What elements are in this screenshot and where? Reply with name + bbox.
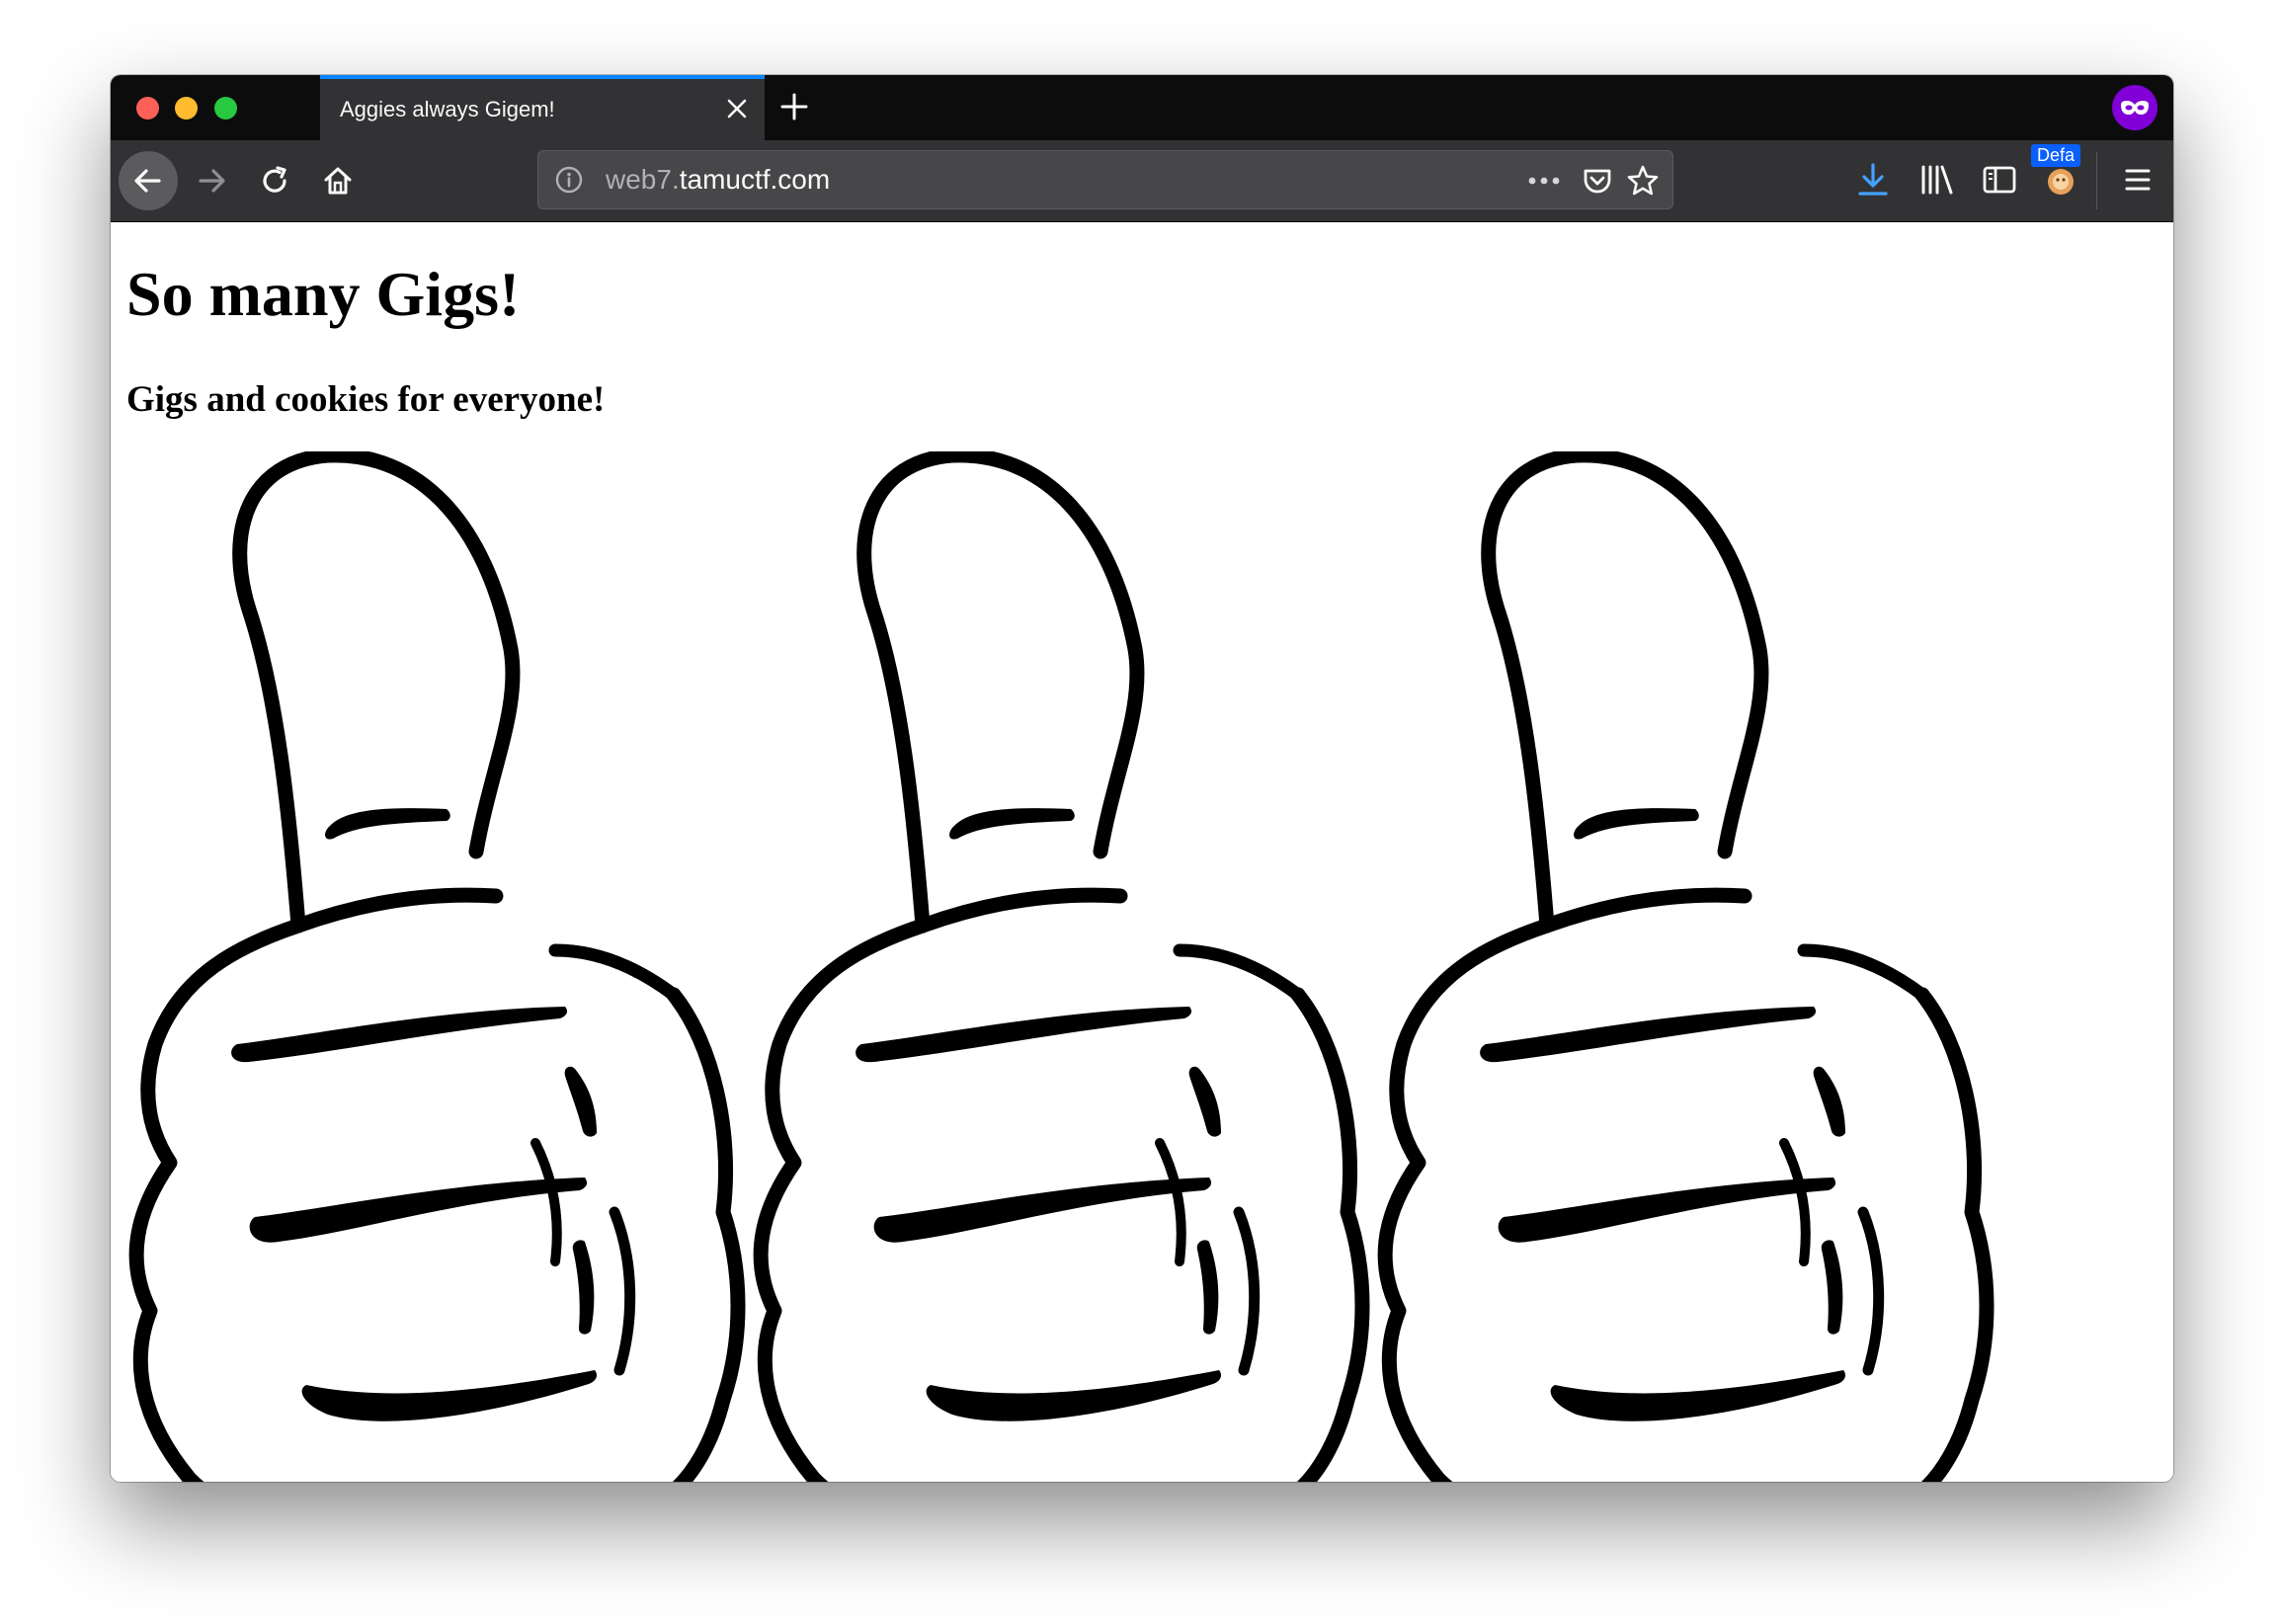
downloads-button[interactable] [1849,156,1897,203]
avatar-icon [2048,169,2074,195]
thumbs-up-image [128,451,746,1482]
browser-window: Aggies always Gigem! web7.tamuctf.com De… [111,75,2173,1482]
maximize-window-button[interactable] [214,97,237,120]
tab-active[interactable]: Aggies always Gigem! [320,75,765,140]
close-icon [727,99,747,119]
toolbar-separator [2096,152,2097,209]
info-icon[interactable] [554,165,584,195]
mask-icon [2121,101,2149,115]
url-prefix: web7. [606,164,680,195]
new-tab-button[interactable] [774,87,814,126]
container-badge: Defa [2031,144,2081,167]
home-icon [324,167,352,195]
sidebar-button[interactable] [1976,156,2023,203]
url-text[interactable]: web7.tamuctf.com [606,164,830,196]
nav-toolbar: web7.tamuctf.com Defa [111,140,2173,222]
arrow-left-icon [134,169,161,193]
minimize-window-button[interactable] [175,97,198,120]
home-button[interactable] [308,151,367,210]
url-bar[interactable]: web7.tamuctf.com [537,150,1673,209]
private-browsing-indicator [2112,85,2158,130]
back-button[interactable] [119,151,178,210]
close-window-button[interactable] [136,97,159,120]
sidebar-icon [1983,166,2016,194]
thumbs-up-image [753,451,1370,1482]
page-actions-button[interactable] [1526,163,1562,199]
star-icon [1627,165,1659,196]
bookmark-star-button[interactable] [1625,163,1661,199]
tab-title: Aggies always Gigem! [340,97,555,122]
menu-button[interactable] [2114,156,2161,203]
plus-icon [780,93,808,121]
arrow-right-icon [199,169,225,193]
pocket-button[interactable] [1580,163,1615,199]
url-host: tamuctf.com [679,164,831,195]
pocket-icon [1584,169,1611,194]
reload-button[interactable] [245,151,304,210]
hamburger-menu-icon [2125,169,2151,191]
library-button[interactable] [1913,156,1960,203]
more-horizontal-icon [1528,177,1560,185]
reload-icon [263,166,286,193]
page-heading: So many Gigs! [126,259,521,329]
download-icon [1858,163,1888,196]
close-tab-button[interactable] [723,95,751,122]
page-content: So many Gigs! Gigs and cookies for every… [111,222,2173,1482]
library-icon [1921,165,1953,195]
tab-bar: Aggies always Gigem! [111,75,2173,140]
thumbs-up-image [1377,451,1995,1482]
page-subheading: Gigs and cookies for everyone! [126,379,606,420]
forward-button[interactable] [182,151,241,210]
